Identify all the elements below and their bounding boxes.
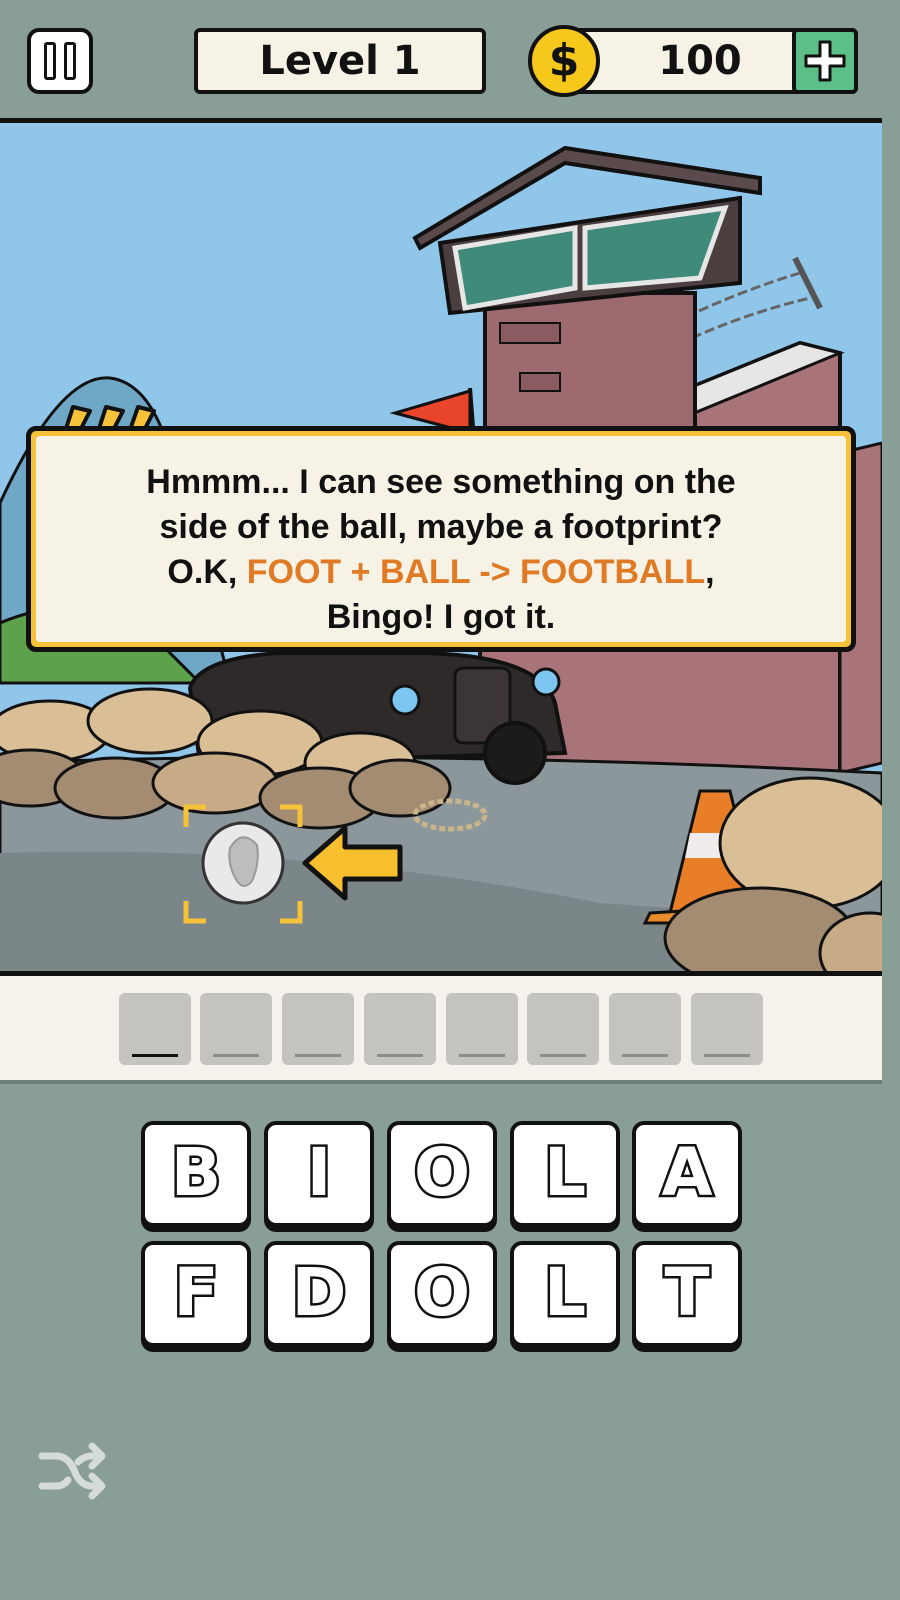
- letter-tile[interactable]: L: [510, 1241, 620, 1347]
- top-bar: Level 1 100 $: [0, 0, 882, 118]
- coin-value: 100: [658, 38, 742, 84]
- hint-line-1: Hmmm... I can see something on the: [146, 463, 736, 501]
- answer-slot[interactable]: [609, 993, 681, 1065]
- answer-slot[interactable]: [364, 993, 436, 1065]
- letter-tile[interactable]: D: [264, 1241, 374, 1347]
- level-label: Level 1: [194, 28, 486, 94]
- coin-counter: 100: [566, 28, 858, 94]
- letter-tile[interactable]: I: [264, 1121, 374, 1227]
- letter-tile[interactable]: L: [510, 1121, 620, 1227]
- plus-icon: [804, 40, 846, 82]
- answer-slot[interactable]: [119, 993, 191, 1065]
- hint-line-3-prefix: O.K,: [167, 553, 247, 591]
- pause-button[interactable]: [27, 28, 93, 94]
- answer-slot[interactable]: [527, 993, 599, 1065]
- letter-tile[interactable]: A: [632, 1121, 742, 1227]
- add-coins-button[interactable]: [792, 28, 858, 94]
- answer-slot[interactable]: [691, 993, 763, 1065]
- answer-slot[interactable]: [446, 993, 518, 1065]
- letter-tile[interactable]: O: [387, 1121, 497, 1227]
- answer-slots: [0, 976, 882, 1084]
- letter-tile[interactable]: F: [141, 1241, 251, 1347]
- shuffle-icon[interactable]: [38, 1440, 108, 1504]
- letter-tile[interactable]: B: [141, 1121, 251, 1227]
- hint-line-2: side of the ball, maybe a footprint?: [159, 508, 723, 546]
- letter-tile[interactable]: O: [387, 1241, 497, 1347]
- hint-dialog: Hmmm... I can see something on the side …: [26, 426, 856, 652]
- hint-answer-formula: FOOT + BALL -> FOOTBALL: [246, 553, 706, 591]
- answer-slot[interactable]: [200, 993, 272, 1065]
- answer-slot[interactable]: [282, 993, 354, 1065]
- letter-tile[interactable]: T: [632, 1241, 742, 1347]
- coin-icon: $: [528, 25, 600, 97]
- pause-icon: [44, 42, 56, 80]
- hint-line-3-suffix: ,: [705, 553, 715, 591]
- hint-line-4: Bingo! I got it.: [326, 598, 556, 636]
- pointer-arrow-icon: [302, 825, 403, 901]
- ball-item[interactable]: [182, 803, 307, 925]
